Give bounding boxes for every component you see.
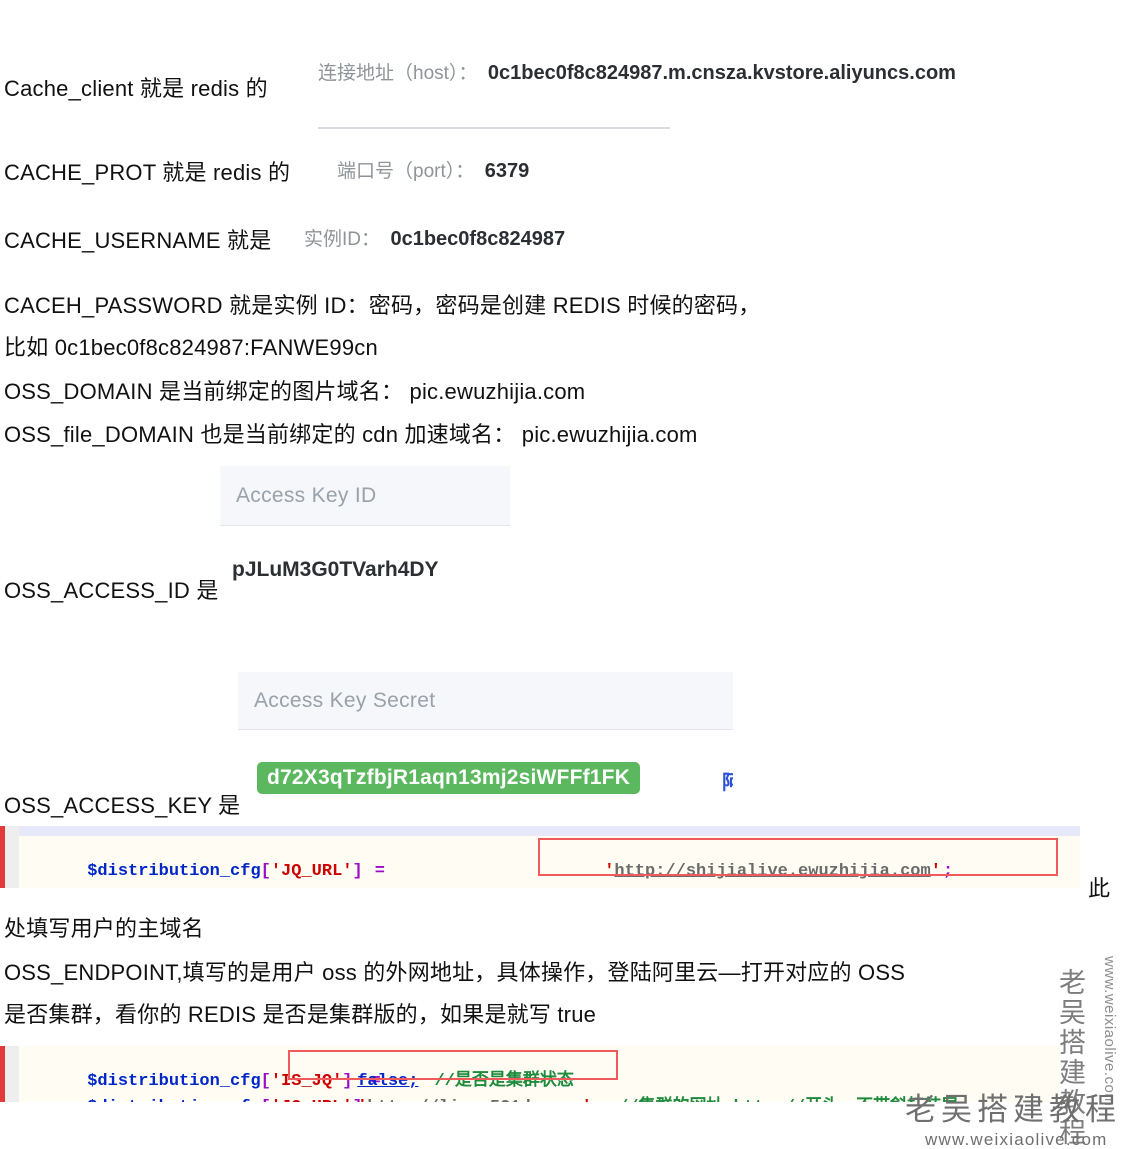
text-oss-domain: OSS_DOMAIN 是当前绑定的图片域名： pic.ewuzhijia.com bbox=[4, 379, 586, 404]
code2-l2-quote-close: ' bbox=[582, 1098, 592, 1102]
text-cache-prot: CACHE_PROT 就是 redis 的 bbox=[4, 160, 291, 185]
code2-l2-url: http://live.521dn.com bbox=[367, 1098, 581, 1102]
code2-l2-open-bracket: [ bbox=[261, 1098, 271, 1102]
code-block-cluster-config: $distribution_cfg['IS_JQ'] = false;//是否是集… bbox=[0, 1046, 1060, 1102]
code-block-jq-url: $distribution_cfg['JQ_URL'] = 'http://shi… bbox=[0, 826, 1080, 888]
text-cache-username: CACHE_USERNAME 就是 bbox=[4, 228, 272, 253]
console-snippet-port: 端口号（port）： 6379 bbox=[337, 161, 529, 181]
code-equals: = bbox=[374, 862, 385, 881]
access-key-id-placeholder: Access Key ID bbox=[236, 483, 377, 507]
text-ci-marker: 此 bbox=[1088, 876, 1111, 901]
access-key-secret-value: d72X3qTzfbjR1aqn13mj2siWFFf1FK bbox=[267, 766, 631, 789]
access-key-secret-placeholder: Access Key Secret bbox=[254, 688, 436, 712]
code-quote-close: ' bbox=[930, 862, 941, 881]
code-selected-row bbox=[19, 826, 1080, 836]
code-close-bracket: ] bbox=[352, 862, 363, 881]
access-key-secret-field[interactable]: Access Key Secret bbox=[238, 672, 733, 730]
code-block-gutter bbox=[5, 826, 19, 888]
code2-l2-var: $distribution_cfg bbox=[87, 1098, 260, 1102]
port-label: 端口号（port）： bbox=[337, 161, 475, 182]
code-open-bracket: [ bbox=[260, 862, 271, 881]
text-cache-password-example: 比如 0c1bec0f8c824987:FANWE99cn bbox=[4, 335, 378, 360]
code2-l2-quote-open: ' bbox=[357, 1098, 367, 1102]
access-key-secret-trailing-fragment: 阿 bbox=[722, 772, 733, 792]
instance-id-label: 实例ID： bbox=[304, 229, 381, 250]
code-key: 'JQ_URL' bbox=[270, 862, 353, 881]
text-oss-file-domain: OSS_file_DOMAIN 也是当前绑定的 cdn 加速域名： pic.ew… bbox=[4, 422, 698, 447]
text-oss-access-id: OSS_ACCESS_ID 是 bbox=[4, 578, 219, 603]
text-oss-endpoint: OSS_ENDPOINT,填写的是用户 oss 的外网地址，具体操作，登陆阿里云… bbox=[4, 960, 906, 985]
host-label: 连接地址（host）： bbox=[318, 63, 478, 84]
code2-l2-semicolon: ; bbox=[592, 1098, 602, 1102]
watermark-corner-url: www.weixiaolive.com bbox=[925, 1130, 1108, 1149]
text-cluster-note: 是否集群，看你的 REDIS 是否是集群版的，如果是就写 true bbox=[4, 1002, 597, 1027]
host-value: 0c1bec0f8c824987.m.cnsza.kvstore.aliyunc… bbox=[487, 62, 956, 84]
code-quote-open: ' bbox=[604, 862, 615, 881]
text-main-domain-note: 处填写用户的主域名 bbox=[4, 916, 204, 941]
code-value-jq-url: 'http://shijialive.ewuzhijia.com'; bbox=[543, 846, 953, 888]
code-var: $distribution_cfg bbox=[87, 862, 261, 881]
console-snippet-instance-id: 实例ID： 0c1bec0f8c824987 bbox=[304, 229, 565, 249]
code-line-jq-url-2-value: 'http://live.521dn.com';//集群的网址 http://开… bbox=[296, 1082, 958, 1102]
watermark-vertical-url: www.weixiaolive.com bbox=[1101, 956, 1118, 1107]
text-oss-access-key: OSS_ACCESS_KEY 是 bbox=[4, 793, 241, 818]
access-key-id-field[interactable]: Access Key ID bbox=[220, 466, 510, 526]
code-line-jq-url: $distribution_cfg['JQ_URL'] = bbox=[26, 846, 385, 888]
text-cache-client: Cache_client 就是 redis 的 bbox=[4, 76, 268, 101]
host-separator bbox=[318, 127, 670, 129]
text-cache-password: CACEH_PASSWORD 就是实例 ID：密码，密码是创建 REDIS 时候… bbox=[4, 293, 761, 318]
code-semicolon: ; bbox=[942, 862, 954, 881]
code-block2-gutter bbox=[5, 1046, 19, 1102]
access-key-secret-highlight: d72X3qTzfbjR1aqn13mj2siWFFf1FK bbox=[257, 762, 641, 794]
code-url: http://shijialive.ewuzhijia.com bbox=[614, 862, 931, 881]
screenshot-page: Cache_client 就是 redis 的 连接地址（host）： 0c1b… bbox=[0, 0, 1134, 1148]
console-snippet-host: 连接地址（host）： 0c1bec0f8c824987.m.cnsza.kvs… bbox=[318, 63, 956, 83]
access-key-id-value: pJLuM3G0TVarh4DY bbox=[232, 558, 439, 581]
watermark-corner-cn: 老吴搭建教程 bbox=[905, 1092, 1121, 1127]
instance-id-value: 0c1bec0f8c824987 bbox=[390, 228, 566, 250]
port-value: 6379 bbox=[484, 160, 530, 182]
